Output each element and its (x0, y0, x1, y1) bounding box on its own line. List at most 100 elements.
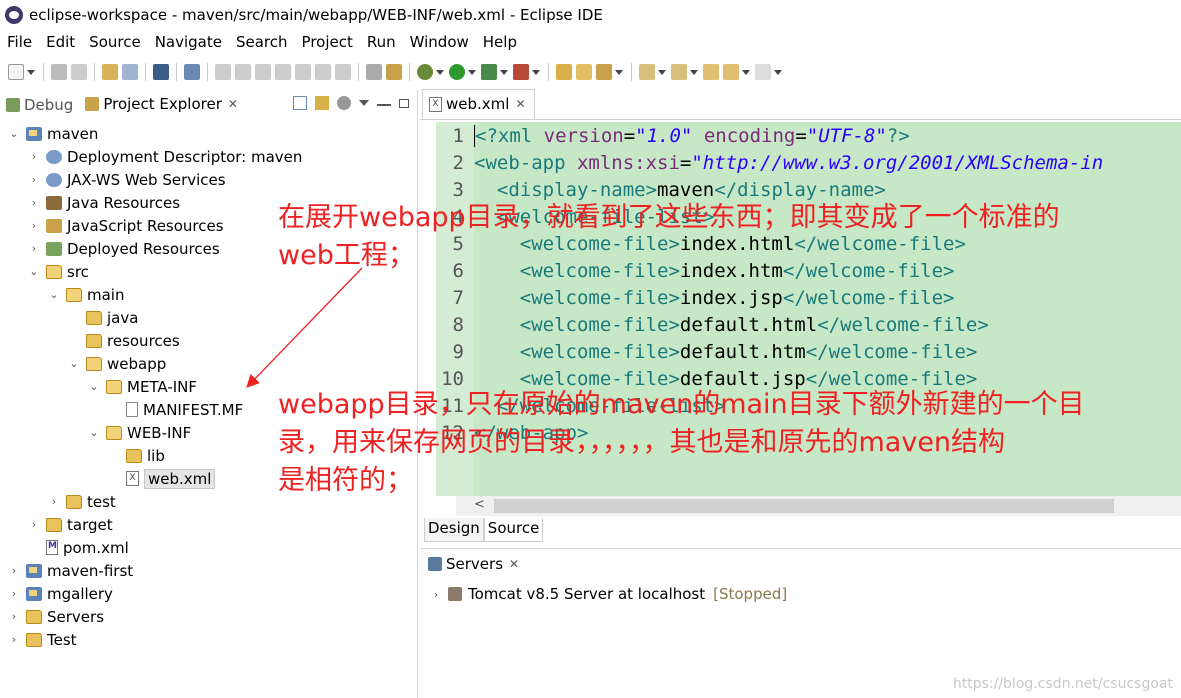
open-perspective-icon[interactable] (386, 64, 402, 80)
forward-icon[interactable] (755, 64, 771, 80)
chevron-right-icon[interactable]: › (430, 588, 442, 601)
chevron-down-icon[interactable]: ⌄ (88, 380, 100, 393)
focus-icon[interactable] (337, 96, 351, 110)
back-icon[interactable] (723, 64, 739, 80)
minimize-icon[interactable] (377, 104, 391, 106)
coverage-icon[interactable] (481, 64, 497, 80)
tab-web-xml[interactable]: X web.xml ✕ (422, 89, 535, 119)
run-dropdown-icon[interactable] (468, 69, 476, 75)
open-task-icon[interactable] (122, 64, 138, 80)
tab-design[interactable]: Design (424, 518, 484, 542)
menu-run[interactable]: Run (360, 33, 403, 51)
coverage-dropdown-icon[interactable] (500, 69, 508, 75)
new-java-package-icon[interactable] (556, 64, 572, 80)
tree-item[interactable]: ⌄ maven (8, 122, 98, 145)
resume-icon[interactable] (215, 64, 231, 80)
servers-tab-label[interactable]: Servers (446, 555, 503, 573)
menu-edit[interactable]: Edit (39, 33, 82, 51)
tab-source[interactable]: Source (483, 518, 544, 542)
open-type-icon[interactable] (102, 64, 118, 80)
close-icon[interactable]: ✕ (515, 97, 525, 111)
close-icon[interactable]: ✕ (509, 557, 519, 571)
external-tools-icon[interactable] (513, 64, 529, 80)
tree-item[interactable]: › Test (8, 628, 77, 651)
maximize-icon[interactable] (399, 98, 409, 108)
debug-icon[interactable] (417, 64, 433, 80)
tree-item[interactable]: › maven-first (8, 559, 133, 582)
previous-annotation-icon[interactable] (671, 64, 687, 80)
chevron-right-icon[interactable]: › (8, 564, 20, 577)
tree-item[interactable]: ⌄ src (28, 260, 89, 283)
tree-item[interactable]: MANIFEST.MF (108, 398, 243, 421)
debug-dropdown-icon[interactable] (436, 69, 444, 75)
tree-item[interactable]: › Deployment Descriptor: maven (28, 145, 303, 168)
tree-item[interactable]: ⌄ main (48, 283, 124, 306)
use-step-filters-icon[interactable] (366, 64, 382, 80)
next-annotation-dropdown-icon[interactable] (658, 69, 666, 75)
tab-debug[interactable]: Debug (0, 90, 79, 120)
tab-project-explorer[interactable]: Project Explorer ✕ (79, 90, 244, 120)
tree-item[interactable]: › Java Resources (28, 191, 180, 214)
chevron-down-icon[interactable]: ⌄ (48, 288, 60, 301)
new-icon[interactable] (8, 64, 24, 80)
new-dropdown-icon[interactable] (27, 69, 35, 75)
tree-item[interactable]: › test (48, 490, 116, 513)
menu-search[interactable]: Search (229, 33, 295, 51)
save-all-icon[interactable] (71, 64, 87, 80)
forward-dropdown-icon[interactable] (774, 69, 782, 75)
step-return-icon[interactable] (335, 64, 351, 80)
tree-item[interactable]: ⌄ WEB-INF (88, 421, 191, 444)
next-annotation-icon[interactable] (639, 64, 655, 80)
chevron-down-icon[interactable]: ⌄ (88, 426, 100, 439)
chevron-right-icon[interactable]: › (8, 633, 20, 646)
tree-item[interactable]: resources (68, 329, 180, 352)
chevron-right-icon[interactable]: › (8, 610, 20, 623)
chevron-right-icon[interactable]: › (28, 173, 40, 186)
search-tool-dropdown-icon[interactable] (615, 69, 623, 75)
chevron-down-icon[interactable]: ⌄ (68, 357, 80, 370)
tree-item[interactable]: ⌄ webapp (68, 352, 166, 375)
chevron-right-icon[interactable]: › (28, 242, 40, 255)
skip-breakpoints-icon[interactable] (184, 64, 200, 80)
external-tools-dropdown-icon[interactable] (532, 69, 540, 75)
menu-navigate[interactable]: Navigate (148, 33, 229, 51)
tree-item[interactable]: ⌄ META-INF (88, 375, 197, 398)
menu-file[interactable]: File (0, 33, 39, 51)
tree-item[interactable]: › mgallery (8, 582, 113, 605)
chevron-down-icon[interactable]: ⌄ (28, 265, 40, 278)
tree-item[interactable]: › JAX-WS Web Services (28, 168, 226, 191)
run-icon[interactable] (449, 64, 465, 80)
chevron-right-icon[interactable]: › (28, 518, 40, 531)
chevron-right-icon[interactable]: › (48, 495, 60, 508)
close-icon[interactable]: ✕ (228, 97, 238, 111)
suspend-icon[interactable] (235, 64, 251, 80)
terminate-icon[interactable] (255, 64, 271, 80)
server-row[interactable]: › Tomcat v8.5 Server at localhost [Stopp… (430, 585, 787, 603)
collapse-all-icon[interactable] (293, 96, 307, 110)
tree-item[interactable]: Xweb.xml (108, 467, 216, 490)
menu-help[interactable]: Help (476, 33, 524, 51)
chevron-right-icon[interactable]: › (28, 196, 40, 209)
view-menu-icon[interactable] (359, 100, 369, 106)
scrollbar-thumb[interactable] (494, 499, 1114, 513)
console-icon[interactable] (153, 64, 169, 80)
save-icon[interactable] (51, 64, 67, 80)
tree-item[interactable]: pom.xml (28, 536, 129, 559)
link-with-editor-icon[interactable] (315, 96, 329, 110)
back-dropdown-icon[interactable] (742, 69, 750, 75)
previous-annotation-dropdown-icon[interactable] (690, 69, 698, 75)
chevron-right-icon[interactable]: › (28, 219, 40, 232)
search-tool-icon[interactable] (596, 64, 612, 80)
step-into-icon[interactable] (295, 64, 311, 80)
chevron-down-icon[interactable]: ⌄ (8, 127, 20, 140)
last-edit-location-icon[interactable] (703, 64, 719, 80)
menu-window[interactable]: Window (403, 33, 476, 51)
tree-item[interactable]: › Deployed Resources (28, 237, 220, 260)
chevron-right-icon[interactable]: › (28, 150, 40, 163)
disconnect-icon[interactable] (275, 64, 291, 80)
tree-item[interactable]: › target (28, 513, 113, 536)
new-java-class-icon[interactable] (576, 64, 592, 80)
step-over-icon[interactable] (315, 64, 331, 80)
menu-source[interactable]: Source (82, 33, 148, 51)
menu-project[interactable]: Project (295, 33, 360, 51)
